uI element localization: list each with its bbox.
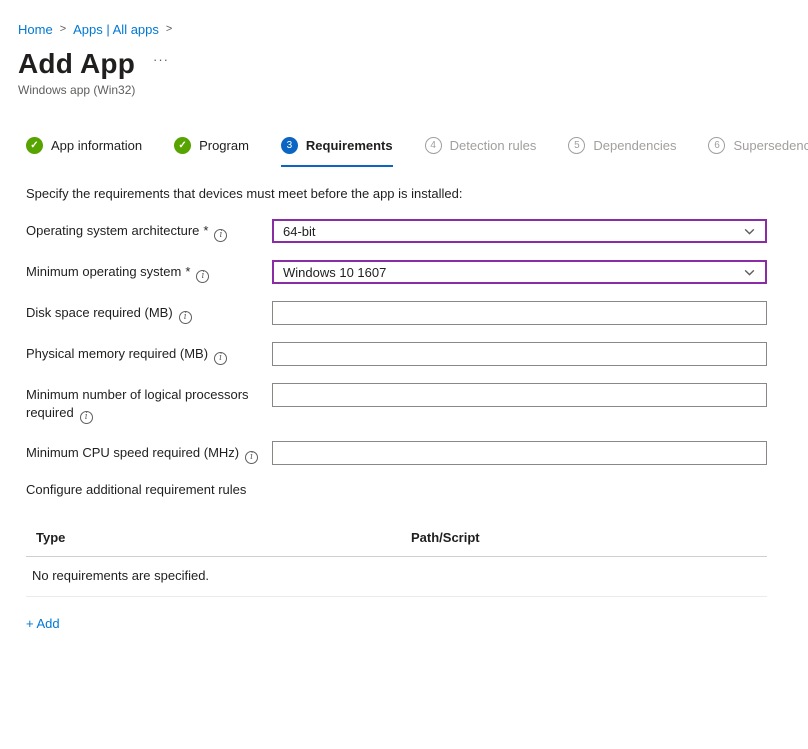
field-label: Operating system architecture xyxy=(26,219,272,242)
field-label: Disk space required (MB) xyxy=(26,301,272,324)
breadcrumb-link-all-apps[interactable]: Apps | All apps xyxy=(73,22,159,37)
check-icon xyxy=(174,137,191,154)
more-options-icon[interactable]: ··· xyxy=(153,52,169,67)
required-asterisk xyxy=(199,223,208,238)
disk-space-input[interactable] xyxy=(272,301,767,325)
tab-label: Dependencies xyxy=(593,138,676,153)
page-title: Add App xyxy=(18,48,135,80)
page-subtitle: Windows app (Win32) xyxy=(18,83,808,97)
field-label-text: Physical memory required (MB) xyxy=(26,346,208,361)
step-number-icon: 6 xyxy=(708,137,725,154)
check-icon xyxy=(26,137,43,154)
intro-text: Specify the requirements that devices mu… xyxy=(26,186,808,201)
tab-label: App information xyxy=(51,138,142,153)
field-label-text: Operating system architecture xyxy=(26,223,199,238)
field-label-text: Minimum operating system xyxy=(26,264,181,279)
tab-label: Program xyxy=(199,138,249,153)
column-header-path-script: Path/Script xyxy=(411,530,767,545)
info-icon[interactable] xyxy=(214,229,227,242)
chevron-down-icon xyxy=(743,225,756,238)
select-value: 64-bit xyxy=(283,224,316,239)
info-icon[interactable] xyxy=(179,311,192,324)
column-header-type: Type xyxy=(36,530,411,545)
requirements-form: Operating system architecture 64-bit Min… xyxy=(26,219,808,465)
field-label: Minimum operating system xyxy=(26,260,272,283)
title-row: Add App ··· xyxy=(18,48,808,80)
field-label-text: Minimum CPU speed required (MHz) xyxy=(26,445,239,460)
physical-memory-input[interactable] xyxy=(272,342,767,366)
tab-label: Requirements xyxy=(306,138,393,153)
info-icon[interactable] xyxy=(214,352,227,365)
form-row-cpu-speed: Minimum CPU speed required (MHz) xyxy=(26,441,767,465)
requirement-rules-table: Type Path/Script No requirements are spe… xyxy=(26,524,767,597)
add-requirement-link[interactable]: + Add xyxy=(26,616,60,631)
breadcrumb-separator-icon xyxy=(60,23,66,35)
logical-processors-input[interactable] xyxy=(272,383,767,407)
tab-app-information[interactable]: App information xyxy=(26,137,142,167)
table-header-row: Type Path/Script xyxy=(26,524,767,557)
breadcrumb: Home Apps | All apps xyxy=(18,22,808,37)
form-row-physical-memory: Physical memory required (MB) xyxy=(26,342,767,366)
step-number-icon: 3 xyxy=(281,137,298,154)
select-value: Windows 10 1607 xyxy=(283,265,386,280)
tab-dependencies[interactable]: 5 Dependencies xyxy=(568,137,676,167)
requirements-panel: Specify the requirements that devices mu… xyxy=(26,186,808,631)
tab-program[interactable]: Program xyxy=(174,137,249,167)
form-row-disk-space: Disk space required (MB) xyxy=(26,301,767,325)
os-architecture-select[interactable]: 64-bit xyxy=(272,219,767,243)
step-number-icon: 4 xyxy=(425,137,442,154)
form-row-os-architecture: Operating system architecture 64-bit xyxy=(26,219,767,243)
step-number-icon: 5 xyxy=(568,137,585,154)
form-row-minimum-os: Minimum operating system Windows 10 1607 xyxy=(26,260,767,284)
wizard-steps: App information Program 3 Requirements 4… xyxy=(26,137,808,167)
section-title: Configure additional requirement rules xyxy=(26,482,808,497)
tab-label: Supersedence xyxy=(733,138,808,153)
chevron-down-icon xyxy=(743,266,756,279)
info-icon[interactable] xyxy=(80,411,93,424)
required-asterisk xyxy=(181,264,190,279)
field-label-text: Minimum number of logical processors req… xyxy=(26,387,249,420)
form-row-logical-processors: Minimum number of logical processors req… xyxy=(26,383,767,424)
info-icon[interactable] xyxy=(245,451,258,464)
minimum-os-select[interactable]: Windows 10 1607 xyxy=(272,260,767,284)
table-empty-row: No requirements are specified. xyxy=(26,557,767,597)
cpu-speed-input[interactable] xyxy=(272,441,767,465)
field-label: Minimum CPU speed required (MHz) xyxy=(26,441,272,464)
field-label-text: Disk space required (MB) xyxy=(26,305,173,320)
field-label: Minimum number of logical processors req… xyxy=(26,383,272,424)
tab-supersedence[interactable]: 6 Supersedence xyxy=(708,137,808,167)
breadcrumb-link-home[interactable]: Home xyxy=(18,22,53,37)
tab-label: Detection rules xyxy=(450,138,537,153)
field-label: Physical memory required (MB) xyxy=(26,342,272,365)
info-icon[interactable] xyxy=(196,270,209,283)
tab-requirements[interactable]: 3 Requirements xyxy=(281,137,393,167)
breadcrumb-separator-icon xyxy=(166,23,172,35)
tab-detection-rules[interactable]: 4 Detection rules xyxy=(425,137,537,167)
